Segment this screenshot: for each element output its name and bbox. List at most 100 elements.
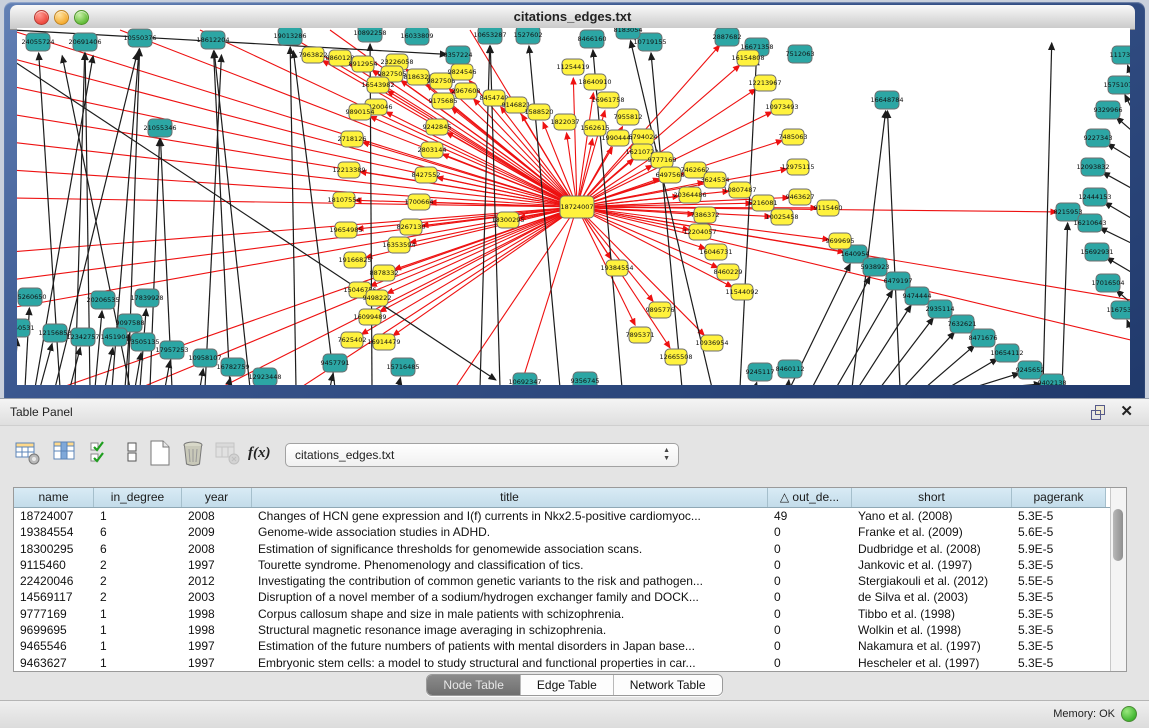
cell-short[interactable]: Wolkin et al. (1998) xyxy=(852,622,1012,638)
cell-in_degree[interactable]: 1 xyxy=(94,622,182,638)
cell-short[interactable]: Stergiakouli et al. (2012) xyxy=(852,573,1012,589)
cell-in_degree[interactable]: 2 xyxy=(94,557,182,573)
column-header-year[interactable]: year xyxy=(182,488,252,507)
table-row[interactable]: 911546021997Tourette syndrome. Phenomeno… xyxy=(14,557,1111,573)
cell-pagerank[interactable]: 5.3E-5 xyxy=(1012,508,1106,524)
cell-short[interactable]: Yano et al. (2008) xyxy=(852,508,1012,524)
combo-stepper-icon[interactable]: ▲▼ xyxy=(663,447,670,463)
column-header-in_degree[interactable]: in_degree xyxy=(94,488,182,507)
cell-pagerank[interactable]: 5.3E-5 xyxy=(1012,557,1106,573)
column-header-out_de[interactable]: △ out_de... xyxy=(768,488,852,507)
cell-year[interactable]: 2009 xyxy=(182,524,252,540)
cell-name[interactable]: 9465546 xyxy=(14,638,94,654)
scrollbar-thumb[interactable] xyxy=(1113,509,1123,561)
cell-out_degree[interactable]: 0 xyxy=(768,541,852,557)
cell-title[interactable]: Investigating the contribution of common… xyxy=(252,573,768,589)
column-select-checks-icon[interactable] xyxy=(88,439,116,467)
vertical-scrollbar[interactable] xyxy=(1110,488,1126,671)
cell-out_degree[interactable]: 0 xyxy=(768,589,852,605)
cell-year[interactable]: 2008 xyxy=(182,541,252,557)
cell-name[interactable]: 9699695 xyxy=(14,622,94,638)
cell-pagerank[interactable]: 5.3E-5 xyxy=(1012,622,1106,638)
cell-out_degree[interactable]: 0 xyxy=(768,524,852,540)
memory-status-icon[interactable] xyxy=(1121,706,1137,722)
close-panel-icon[interactable]: ✕ xyxy=(1120,402,1133,420)
cell-year[interactable]: 1997 xyxy=(182,557,252,573)
cell-title[interactable]: Embryonic stem cells: a model to study s… xyxy=(252,655,768,671)
function-builder-icon[interactable]: f(x) xyxy=(248,445,271,462)
cell-year[interactable]: 2008 xyxy=(182,508,252,524)
cell-pagerank[interactable]: 5.3E-5 xyxy=(1012,638,1106,654)
cell-pagerank[interactable]: 5.5E-5 xyxy=(1012,573,1106,589)
float-window-icon[interactable] xyxy=(1091,405,1105,419)
column-header-short[interactable]: short xyxy=(852,488,1012,507)
trash-icon[interactable] xyxy=(180,439,208,467)
table-row[interactable]: 2242004622012Investigating the contribut… xyxy=(14,573,1111,589)
cell-title[interactable]: Estimation of significance thresholds fo… xyxy=(252,541,768,557)
cell-pagerank[interactable]: 5.3E-5 xyxy=(1012,606,1106,622)
table-row[interactable]: 1872400712008Changes of HCN gene express… xyxy=(14,508,1111,524)
table-row[interactable]: 1830029562008Estimation of significance … xyxy=(14,541,1111,557)
cell-pagerank[interactable]: 5.3E-5 xyxy=(1012,655,1106,671)
row-domino-icon[interactable] xyxy=(120,439,148,467)
cell-name[interactable]: 9115460 xyxy=(14,557,94,573)
table-row[interactable]: 1456911722003Disruption of a novel membe… xyxy=(14,589,1111,605)
column-visibility-icon[interactable] xyxy=(52,439,80,467)
cell-title[interactable]: Corpus callosum shape and size in male p… xyxy=(252,606,768,622)
cell-name[interactable]: 9463627 xyxy=(14,655,94,671)
table-row[interactable]: 977716911998Corpus callosum shape and si… xyxy=(14,606,1111,622)
cell-short[interactable]: Dudbridge et al. (2008) xyxy=(852,541,1012,557)
cell-title[interactable]: Structural magnetic resonance image aver… xyxy=(252,622,768,638)
cell-pagerank[interactable]: 5.6E-5 xyxy=(1012,524,1106,540)
cell-short[interactable]: Franke et al. (2009) xyxy=(852,524,1012,540)
window-titlebar[interactable]: citations_edges.txt xyxy=(10,5,1135,30)
cell-out_degree[interactable]: 0 xyxy=(768,573,852,589)
table-row[interactable]: 969969511998Structural magnetic resonanc… xyxy=(14,622,1111,638)
cell-short[interactable]: Tibbo et al. (1998) xyxy=(852,606,1012,622)
cell-in_degree[interactable]: 1 xyxy=(94,606,182,622)
cell-in_degree[interactable]: 2 xyxy=(94,589,182,605)
cell-short[interactable]: Jankovic et al. (1997) xyxy=(852,557,1012,573)
network-canvas[interactable]: 1872400724055724206914061055037618612204… xyxy=(17,28,1130,385)
cell-title[interactable]: Genome-wide association studies in ADHD. xyxy=(252,524,768,540)
cell-out_degree[interactable]: 0 xyxy=(768,638,852,654)
table-options-icon[interactable] xyxy=(14,439,42,467)
cell-name[interactable]: 22420046 xyxy=(14,573,94,589)
table-row[interactable]: 1938455462009Genome-wide association stu… xyxy=(14,524,1111,540)
cell-pagerank[interactable]: 5.3E-5 xyxy=(1012,589,1106,605)
cell-name[interactable]: 19384554 xyxy=(14,524,94,540)
cell-short[interactable]: Hescheler et al. (1997) xyxy=(852,655,1012,671)
table-row[interactable]: 946362711997Embryonic stem cells: a mode… xyxy=(14,655,1111,671)
tab-edge-table[interactable]: Edge Table xyxy=(521,675,614,695)
network-svg[interactable]: 1872400724055724206914061055037618612204… xyxy=(17,28,1130,385)
cell-year[interactable]: 1997 xyxy=(182,655,252,671)
cell-in_degree[interactable]: 1 xyxy=(94,638,182,654)
new-file-icon[interactable] xyxy=(146,439,174,467)
cell-name[interactable]: 14569117 xyxy=(14,589,94,605)
table-selector-combobox[interactable]: citations_edges.txt ▲▼ xyxy=(285,443,679,467)
cell-year[interactable]: 1998 xyxy=(182,622,252,638)
tab-node-table[interactable]: Node Table xyxy=(427,675,521,695)
column-header-title[interactable]: title xyxy=(252,488,768,507)
cell-pagerank[interactable]: 5.9E-5 xyxy=(1012,541,1106,557)
cell-year[interactable]: 1998 xyxy=(182,606,252,622)
cell-in_degree[interactable]: 6 xyxy=(94,541,182,557)
cell-year[interactable]: 1997 xyxy=(182,638,252,654)
cell-out_degree[interactable]: 0 xyxy=(768,655,852,671)
cell-title[interactable]: Tourette syndrome. Phenomenology and cla… xyxy=(252,557,768,573)
cell-name[interactable]: 18724007 xyxy=(14,508,94,524)
cell-title[interactable]: Estimation of the future numbers of pati… xyxy=(252,638,768,654)
cell-name[interactable]: 18300295 xyxy=(14,541,94,557)
cell-name[interactable]: 9777169 xyxy=(14,606,94,622)
cell-in_degree[interactable]: 1 xyxy=(94,508,182,524)
cell-in_degree[interactable]: 6 xyxy=(94,524,182,540)
column-header-pagerank[interactable]: pagerank xyxy=(1012,488,1106,507)
cell-year[interactable]: 2012 xyxy=(182,573,252,589)
cell-title[interactable]: Changes of HCN gene expression and I(f) … xyxy=(252,508,768,524)
cell-out_degree[interactable]: 49 xyxy=(768,508,852,524)
cell-out_degree[interactable]: 0 xyxy=(768,557,852,573)
column-header-name[interactable]: name xyxy=(14,488,94,507)
cell-out_degree[interactable]: 0 xyxy=(768,606,852,622)
cell-short[interactable]: de Silva et al. (2003) xyxy=(852,589,1012,605)
table-row[interactable]: 946554611997Estimation of the future num… xyxy=(14,638,1111,654)
